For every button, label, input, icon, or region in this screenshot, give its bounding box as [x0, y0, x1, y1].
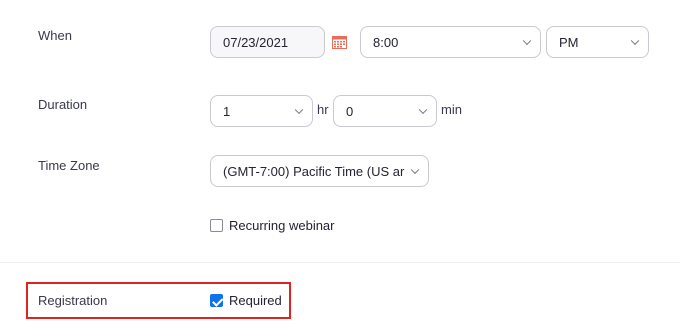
recurring-label[interactable]: Recurring webinar — [229, 218, 335, 233]
duration-label: Duration — [38, 97, 88, 112]
ampm-value: PM — [559, 34, 579, 50]
ampm-select[interactable]: PM — [546, 26, 649, 58]
timezone-value: (GMT-7:00) Pacific Time (US ar — [223, 163, 405, 179]
registration-required-checkbox[interactable] — [210, 294, 223, 307]
chevron-down-icon — [630, 36, 640, 46]
chevron-down-icon — [522, 36, 532, 46]
calendar-icon[interactable] — [332, 35, 347, 49]
date-input[interactable]: 07/23/2021 — [210, 26, 325, 58]
date-value: 07/23/2021 — [223, 34, 289, 50]
registration-label: Registration — [38, 293, 108, 308]
hours-value: 1 — [223, 103, 231, 119]
recurring-checkbox[interactable] — [210, 219, 223, 232]
timezone-label: Time Zone — [38, 158, 100, 173]
time-select[interactable]: 8:00 — [360, 26, 541, 58]
minutes-value: 0 — [346, 103, 354, 119]
timezone-select[interactable]: (GMT-7:00) Pacific Time (US ar — [210, 155, 429, 187]
minutes-unit-label: min — [441, 102, 462, 117]
when-label: When — [38, 28, 72, 43]
webinar-schedule-form: When 07/23/2021 8:00 PM Duration 1 hr 0 … — [0, 0, 680, 336]
hours-unit-label: hr — [317, 102, 329, 117]
chevron-down-icon — [410, 165, 420, 175]
duration-minutes-select[interactable]: 0 — [333, 95, 437, 127]
time-value: 8:00 — [373, 34, 399, 50]
registration-required-label[interactable]: Required — [229, 293, 282, 308]
section-divider — [0, 262, 680, 263]
chevron-down-icon — [418, 105, 428, 115]
duration-hours-select[interactable]: 1 — [210, 95, 313, 127]
chevron-down-icon — [294, 105, 304, 115]
